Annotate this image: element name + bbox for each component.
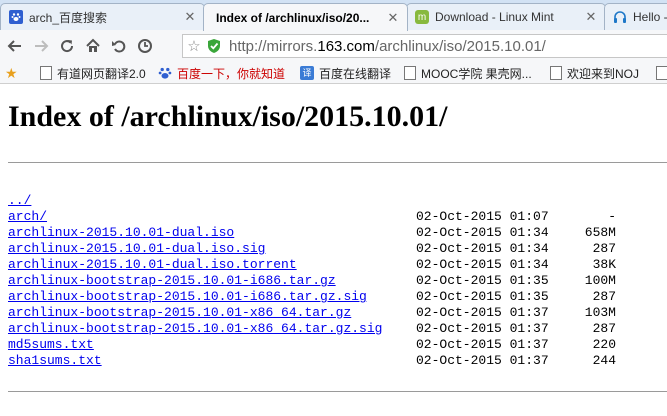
tab-title: Index of /archlinux/iso/20... [216,10,370,25]
file-link[interactable]: archlinux-bootstrap-2015.10.01-i686.tar.… [8,273,336,289]
file-size: 100M [584,273,616,288]
file-date: 02-Oct-2015 01:34 [416,241,549,256]
file-size: 287 [592,289,616,304]
bookmark-star-icon[interactable]: ☆ [183,37,205,55]
tab-hello[interactable]: Hello - [604,3,667,30]
file-size: 220 [592,337,616,352]
file-link[interactable]: md5sums.txt [8,337,94,353]
tab-title: Hello - [633,10,667,24]
page-title: Index of /archlinux/iso/2015.10.01/ [8,100,448,133]
file-link[interactable]: archlinux-bootstrap-2015.10.01-i686.tar.… [8,289,367,305]
tab-baidu-search[interactable]: arch_百度搜索 ✕ [0,3,205,30]
bottom-divider [8,391,667,392]
file-size: - [608,209,616,224]
file-date: 02-Oct-2015 01:35 [416,289,549,304]
bookmark-youdao[interactable]: 有道网页翻译2.0 [40,64,146,82]
url-path: /archlinux/iso/2015.10.01/ [374,37,546,55]
bookmark-label: MOOC学院 果壳网... [421,66,532,81]
page-content: Index of /archlinux/iso/2015.10.01/ ../a… [0,84,667,416]
file-link[interactable]: archlinux-bootstrap-2015.10.01-x86_64.ta… [8,305,351,321]
url-host: 163.com [317,37,375,55]
bookmark-baidu[interactable]: 百度一下，你就知道 [158,64,285,82]
page-icon [550,66,562,80]
address-bar[interactable]: ☆ http://mirrors.163.com/archlinux/iso/2… [182,34,667,58]
file-date: 02-Oct-2015 01:37 [416,305,549,320]
file-link[interactable]: archlinux-2015.10.01-dual.iso.sig [8,241,265,257]
file-link[interactable]: archlinux-2015.10.01-dual.iso.torrent [8,257,297,273]
history-clock-icon[interactable] [132,33,158,59]
file-link[interactable]: arch/ [8,209,47,225]
close-tab-icon[interactable]: ✕ [184,9,196,25]
file-size: 658M [584,225,616,240]
file-size: 287 [592,241,616,256]
page-icon [404,66,416,80]
bookmark-label: 百度一下，你就知道 [177,66,286,81]
top-divider [8,162,667,163]
reload-icon[interactable] [54,33,80,59]
file-date: 02-Oct-2015 01:37 [416,321,549,336]
file-size: 287 [592,321,616,336]
home-icon[interactable] [80,33,106,59]
back-arrow-icon[interactable] [2,33,28,59]
bookmark-mooc[interactable]: MOOC学院 果壳网... [404,64,532,82]
linux-mint-icon: m [415,10,429,24]
tab-linux-mint[interactable]: m Download - Linux Mint ✕ [406,3,606,30]
page-icon [656,66,667,80]
security-shield-icon[interactable] [205,37,223,55]
file-date: 02-Oct-2015 01:37 [416,337,549,352]
bookmarks-bar: ★ 有道网页翻译2.0 百度一下，你就知道 译 百度在线翻译 MOOC学院 果壳… [0,62,667,84]
file-link[interactable]: archlinux-2015.10.01-dual.iso [8,225,234,241]
bookmark-more[interactable] [656,64,667,82]
bookmark-noj[interactable]: 欢迎来到NOJ [550,64,639,82]
close-tab-icon[interactable]: ✕ [387,10,399,26]
baidu-paw-icon [9,10,23,24]
file-date: 02-Oct-2015 01:35 [416,273,549,288]
bookmark-label: 百度在线翻译 [319,66,392,81]
file-date: 02-Oct-2015 01:34 [416,225,549,240]
tab-archlinux-index[interactable]: Index of /archlinux/iso/20... ✕ [203,3,408,31]
bookmark-label: 有道网页翻译2.0 [57,66,146,81]
baidu-paw-icon [158,66,172,80]
forward-arrow-icon[interactable] [28,33,54,59]
navigation-toolbar: ☆ http://mirrors.163.com/archlinux/iso/2… [0,30,667,62]
file-size: 103M [584,305,616,320]
file-date: 02-Oct-2015 01:34 [416,257,549,272]
bookmark-label: 欢迎来到NOJ [567,66,640,81]
page-icon [40,66,52,80]
url-text[interactable]: http://mirrors.163.com/archlinux/iso/201… [229,38,546,55]
file-date: 02-Oct-2015 01:37 [416,353,549,368]
url-scheme: http://mirrors. [229,37,318,55]
file-link[interactable]: ../ [8,193,31,209]
file-link[interactable]: sha1sums.txt [8,353,102,369]
undo-icon[interactable] [106,33,132,59]
file-date: 02-Oct-2015 01:07 [416,209,549,224]
baidu-translate-icon: 译 [300,66,314,80]
tab-title: Download - Linux Mint [435,10,554,24]
headphones-icon [613,10,627,24]
file-size: 244 [592,353,616,368]
file-link[interactable]: archlinux-bootstrap-2015.10.01-x86_64.ta… [8,321,382,337]
bookmarks-star-icon[interactable]: ★ [5,65,18,82]
close-tab-icon[interactable]: ✕ [585,9,597,25]
bookmark-baidu-translate[interactable]: 译 百度在线翻译 [300,64,391,82]
file-size: 38K [592,257,616,272]
tab-title: arch_百度搜索 [29,10,108,25]
tab-strip: arch_百度搜索 ✕ Index of /archlinux/iso/20..… [0,0,667,31]
